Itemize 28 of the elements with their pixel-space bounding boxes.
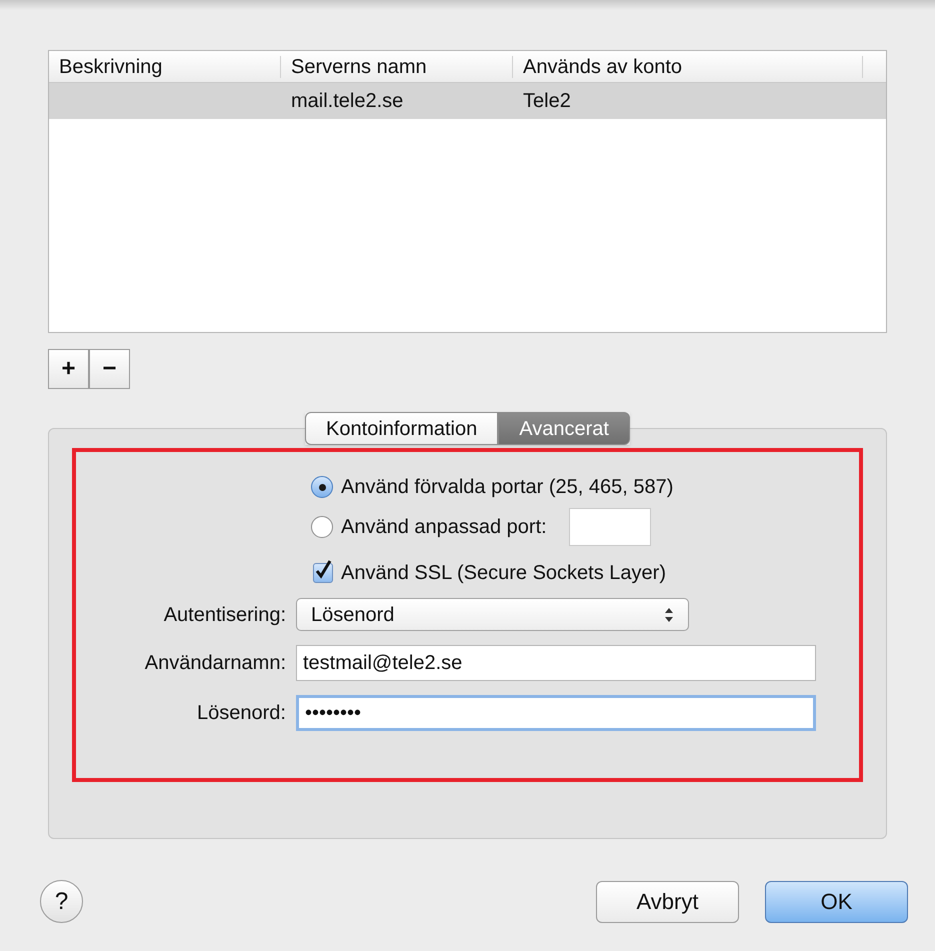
checkbox[interactable]	[313, 563, 333, 583]
table-cell: Tele2	[523, 90, 571, 112]
ok-button[interactable]: OK	[765, 880, 908, 922]
help-button[interactable]: ?	[40, 880, 83, 923]
up-down-arrows-icon	[664, 606, 674, 622]
column-header[interactable]: Används av konto	[513, 56, 863, 78]
input-field[interactable]: ••••••••	[296, 695, 816, 731]
tab[interactable]: Avancerat	[498, 412, 630, 445]
checkbox-label: Använd SSL (Secure Sockets Layer)	[341, 561, 666, 586]
field-label: Användarnamn:	[144, 651, 287, 676]
column-header[interactable]: Beskrivning	[49, 56, 281, 78]
tab[interactable]: Kontoinformation	[305, 412, 498, 445]
checkmark-icon	[314, 560, 332, 580]
radio-label: Använd anpassad port:	[341, 515, 547, 540]
cancel-button[interactable]: Avbryt	[596, 880, 739, 922]
remove-button[interactable]: −	[89, 349, 130, 389]
table-cell: mail.tele2.se	[291, 90, 404, 112]
dropdown[interactable]: Lösenord	[296, 598, 689, 631]
port-field[interactable]	[568, 508, 651, 546]
table-row[interactable]: mail.tele2.se Tele2	[49, 83, 886, 119]
column-header[interactable]: Serverns namn	[281, 56, 513, 78]
radio-button[interactable]	[311, 516, 333, 538]
input-field[interactable]: testmail@tele2.se	[296, 645, 816, 681]
field-label: Autentisering:	[162, 602, 287, 628]
radio-button[interactable]	[311, 476, 333, 498]
add-button[interactable]: +	[48, 349, 89, 389]
field-label: Lösenord:	[196, 701, 287, 726]
radio-label: Använd förvalda portar (25, 465, 587)	[341, 475, 674, 500]
